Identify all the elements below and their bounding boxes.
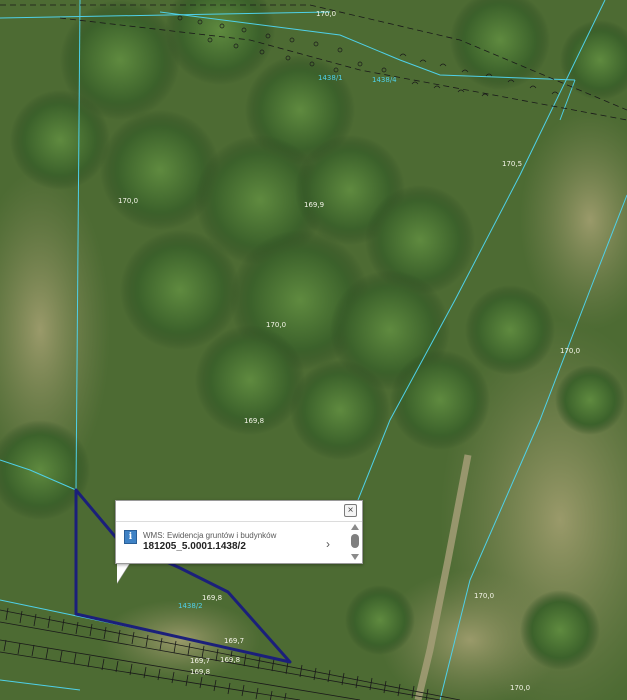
popup-scrollbar[interactable] <box>350 524 360 562</box>
elevation-label: 170,0 <box>474 592 494 600</box>
elevation-label: 169,8 <box>202 594 222 602</box>
elevation-label: 170,0 <box>560 347 580 355</box>
elevation-label: 169,7 <box>224 637 244 645</box>
elevation-label: 170,5 <box>502 160 522 168</box>
elevation-label: 170,0 <box>266 321 286 329</box>
popup-body: i WMS: Ewidencja gruntów i budynków 1812… <box>116 522 362 562</box>
feature-info-popup: × i WMS: Ewidencja gruntów i budynków 18… <box>115 500 363 564</box>
parcel-id[interactable]: 181205_5.0001.1438/2 <box>143 541 246 552</box>
popup-header: × <box>116 501 362 522</box>
elevation-label: 169,9 <box>304 201 324 209</box>
aerial-map[interactable]: 170,0 170,5 170,0 169,9 170,0 170,0 169,8 170,0… <box>0 0 627 700</box>
elevation-label: 169,8 <box>190 668 210 676</box>
scroll-thumb[interactable] <box>351 534 359 548</box>
scroll-down-icon[interactable] <box>351 554 359 560</box>
layer-name: WMS: Ewidencja gruntów i budynków <box>143 531 277 540</box>
popup-pointer <box>117 561 131 583</box>
elevation-label: 170,0 <box>316 10 336 18</box>
chevron-right-icon[interactable]: › <box>326 537 330 551</box>
elevation-label: 170,0 <box>118 197 138 205</box>
elevation-label: 169,7 <box>190 657 210 665</box>
elevation-label: 169,8 <box>220 656 240 664</box>
info-icon: i <box>124 530 137 544</box>
scroll-up-icon[interactable] <box>351 524 359 530</box>
elevation-label: 170,0 <box>510 684 530 692</box>
close-icon[interactable]: × <box>344 504 357 517</box>
plot-number-label: 1438/4 <box>372 76 397 84</box>
plot-number-label: 1438/1 <box>318 74 343 82</box>
elevation-label: 169,8 <box>244 417 264 425</box>
plot-number-label: 1438/2 <box>178 602 203 610</box>
